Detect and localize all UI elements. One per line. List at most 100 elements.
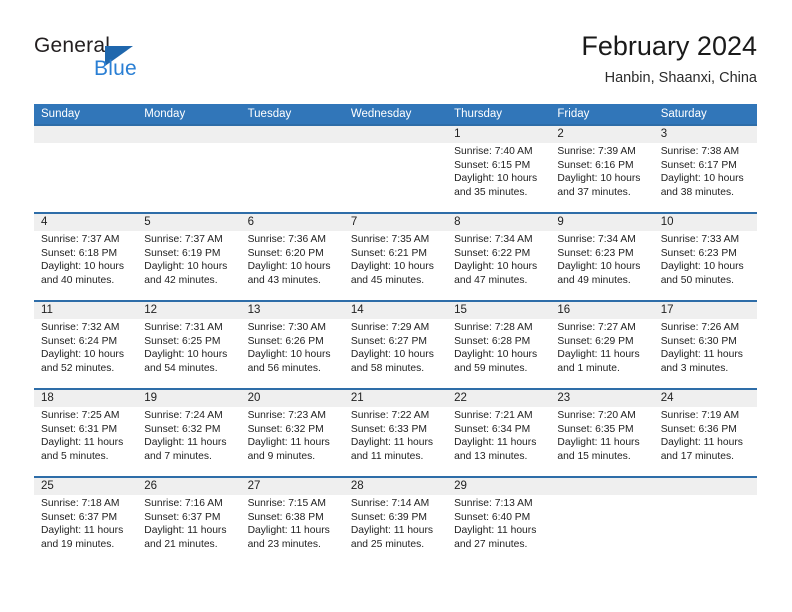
daylight-text-line2: and 13 minutes. — [454, 450, 528, 462]
day-cell[interactable]: 12 Sunrise: 7:31 AM Sunset: 6:25 PM Dayl… — [137, 302, 240, 388]
day-cell[interactable] — [654, 478, 757, 564]
sunrise-text: Sunrise: 7:31 AM — [144, 322, 223, 333]
day-cell[interactable]: 6 Sunrise: 7:36 AM Sunset: 6:20 PM Dayli… — [241, 214, 344, 300]
day-cell[interactable]: 18 Sunrise: 7:25 AM Sunset: 6:31 PM Dayl… — [34, 390, 137, 476]
daylight-text-line1: Daylight: 11 hours — [41, 437, 124, 449]
sunrise-text: Sunrise: 7:34 AM — [454, 234, 533, 245]
daylight-text-line1: Daylight: 10 hours — [557, 173, 641, 185]
sunrise-text: Sunrise: 7:36 AM — [247, 234, 326, 245]
weekday-header-thursday: Thursday — [454, 108, 503, 120]
daylight-text-line2: and 25 minutes. — [350, 538, 425, 550]
day-cell[interactable]: 14 Sunrise: 7:29 AM Sunset: 6:27 PM Dayl… — [344, 302, 447, 388]
day-details: Sunrise: 7:29 AM Sunset: 6:27 PM Dayligh… — [351, 321, 443, 375]
day-cell[interactable]: 20 Sunrise: 7:23 AM Sunset: 6:32 PM Dayl… — [241, 390, 344, 476]
day-cell[interactable] — [344, 126, 447, 212]
daylight-text-line1: Daylight: 11 hours — [247, 437, 330, 449]
day-details: Sunrise: 7:14 AM Sunset: 6:39 PM Dayligh… — [351, 497, 443, 551]
day-cell[interactable] — [550, 478, 653, 564]
day-details: Sunrise: 7:34 AM Sunset: 6:22 PM Dayligh… — [454, 233, 546, 287]
daylight-text-line2: and 49 minutes. — [557, 274, 631, 286]
sunset-text: Sunset: 6:28 PM — [454, 335, 531, 347]
daylight-text-line2: and 45 minutes. — [350, 274, 425, 286]
day-cell[interactable]: 2 Sunrise: 7:39 AM Sunset: 6:16 PM Dayli… — [550, 126, 653, 212]
day-number: 27 — [247, 480, 261, 492]
day-number: 7 — [350, 216, 358, 228]
day-cell[interactable]: 10 Sunrise: 7:33 AM Sunset: 6:23 PM Dayl… — [654, 214, 757, 300]
day-cell[interactable]: 25 Sunrise: 7:18 AM Sunset: 6:37 PM Dayl… — [34, 478, 137, 564]
day-cell[interactable]: 4 Sunrise: 7:37 AM Sunset: 6:18 PM Dayli… — [34, 214, 137, 300]
weekday-header-saturday: Saturday — [660, 108, 707, 120]
brand-name-general: General — [34, 34, 111, 57]
daylight-text-line1: Daylight: 11 hours — [557, 437, 640, 449]
day-details: Sunrise: 7:22 AM Sunset: 6:33 PM Dayligh… — [351, 409, 443, 463]
sunrise-text: Sunrise: 7:33 AM — [660, 234, 740, 245]
day-number: 9 — [557, 216, 564, 228]
day-cell[interactable]: 26 Sunrise: 7:16 AM Sunset: 6:37 PM Dayl… — [137, 478, 240, 564]
sunset-text: Sunset: 6:29 PM — [557, 335, 634, 347]
daylight-text-line1: Daylight: 10 hours — [41, 349, 124, 361]
sunset-text: Sunset: 6:35 PM — [557, 423, 634, 435]
daylight-text-line1: Daylight: 11 hours — [660, 437, 743, 449]
day-cell[interactable]: 27 Sunrise: 7:15 AM Sunset: 6:38 PM Dayl… — [241, 478, 344, 564]
day-cell[interactable]: 5 Sunrise: 7:37 AM Sunset: 6:19 PM Dayli… — [137, 214, 240, 300]
sunset-text: Sunset: 6:21 PM — [350, 247, 427, 259]
daylight-text-line1: Daylight: 11 hours — [144, 437, 227, 449]
daylight-text-line2: and 23 minutes. — [247, 538, 321, 550]
sunrise-text: Sunrise: 7:39 AM — [557, 146, 636, 157]
day-cell[interactable]: 11 Sunrise: 7:32 AM Sunset: 6:24 PM Dayl… — [34, 302, 137, 388]
day-number: 13 — [247, 304, 261, 316]
day-cell[interactable]: 29 Sunrise: 7:13 AM Sunset: 6:40 PM Dayl… — [447, 478, 550, 564]
day-cell[interactable]: 3 Sunrise: 7:38 AM Sunset: 6:17 PM Dayli… — [654, 126, 757, 212]
daylight-text-line1: Daylight: 10 hours — [144, 261, 228, 273]
sunset-text: Sunset: 6:16 PM — [557, 159, 634, 171]
daylight-text-line2: and 43 minutes. — [247, 274, 321, 286]
weekday-header-friday: Friday — [557, 108, 590, 120]
day-cell[interactable] — [34, 126, 137, 212]
day-details: Sunrise: 7:36 AM Sunset: 6:20 PM Dayligh… — [248, 233, 340, 287]
day-number: 5 — [144, 216, 151, 228]
day-cell[interactable]: 17 Sunrise: 7:26 AM Sunset: 6:30 PM Dayl… — [654, 302, 757, 388]
page-header: General Blue February 2024 Hanbin, Shaan… — [34, 30, 757, 98]
brand-logo[interactable]: General Blue — [34, 34, 214, 94]
day-details: Sunrise: 7:26 AM Sunset: 6:30 PM Dayligh… — [661, 321, 753, 375]
day-cell[interactable]: 8 Sunrise: 7:34 AM Sunset: 6:22 PM Dayli… — [447, 214, 550, 300]
daylight-text-line2: and 19 minutes. — [41, 538, 115, 550]
day-number: 21 — [350, 392, 364, 404]
day-details: Sunrise: 7:21 AM Sunset: 6:34 PM Dayligh… — [454, 409, 546, 463]
day-details: Sunrise: 7:33 AM Sunset: 6:23 PM Dayligh… — [661, 233, 753, 287]
day-cell[interactable]: 16 Sunrise: 7:27 AM Sunset: 6:29 PM Dayl… — [550, 302, 653, 388]
day-cell[interactable]: 9 Sunrise: 7:34 AM Sunset: 6:23 PM Dayli… — [550, 214, 653, 300]
daylight-text-line2: and 15 minutes. — [557, 450, 631, 462]
day-cell[interactable] — [137, 126, 240, 212]
day-cell[interactable]: 7 Sunrise: 7:35 AM Sunset: 6:21 PM Dayli… — [344, 214, 447, 300]
day-details: Sunrise: 7:23 AM Sunset: 6:32 PM Dayligh… — [248, 409, 340, 463]
day-cell[interactable]: 22 Sunrise: 7:21 AM Sunset: 6:34 PM Dayl… — [447, 390, 550, 476]
day-details: Sunrise: 7:38 AM Sunset: 6:17 PM Dayligh… — [661, 145, 753, 199]
day-cell[interactable]: 15 Sunrise: 7:28 AM Sunset: 6:28 PM Dayl… — [447, 302, 550, 388]
daylight-text-line2: and 42 minutes. — [144, 274, 218, 286]
sunset-text: Sunset: 6:22 PM — [454, 247, 531, 259]
daylight-text-line2: and 37 minutes. — [557, 186, 631, 198]
day-cell[interactable]: 23 Sunrise: 7:20 AM Sunset: 6:35 PM Dayl… — [550, 390, 653, 476]
daylight-text-line2: and 5 minutes. — [41, 450, 109, 462]
calendar-week-row: 4 Sunrise: 7:37 AM Sunset: 6:18 PM Dayli… — [34, 212, 757, 300]
day-cell[interactable]: 28 Sunrise: 7:14 AM Sunset: 6:39 PM Dayl… — [344, 478, 447, 564]
sunset-text: Sunset: 6:34 PM — [454, 423, 531, 435]
day-number: 25 — [41, 480, 54, 492]
sunset-text: Sunset: 6:30 PM — [660, 335, 737, 347]
daylight-text-line1: Daylight: 11 hours — [144, 525, 227, 537]
sunrise-text: Sunrise: 7:19 AM — [660, 410, 740, 421]
sunrise-text: Sunrise: 7:15 AM — [247, 498, 326, 509]
sunrise-text: Sunrise: 7:21 AM — [454, 410, 533, 421]
day-cell[interactable]: 24 Sunrise: 7:19 AM Sunset: 6:36 PM Dayl… — [654, 390, 757, 476]
day-cell[interactable]: 19 Sunrise: 7:24 AM Sunset: 6:32 PM Dayl… — [137, 390, 240, 476]
daylight-text-line1: Daylight: 10 hours — [660, 173, 744, 185]
day-cell[interactable]: 13 Sunrise: 7:30 AM Sunset: 6:26 PM Dayl… — [241, 302, 344, 388]
day-number: 29 — [454, 480, 467, 492]
day-cell[interactable]: 21 Sunrise: 7:22 AM Sunset: 6:33 PM Dayl… — [344, 390, 447, 476]
day-cell[interactable]: 1 Sunrise: 7:40 AM Sunset: 6:15 PM Dayli… — [447, 126, 550, 212]
day-number: 3 — [660, 128, 668, 140]
sunrise-text: Sunrise: 7:18 AM — [41, 498, 120, 509]
sunset-text: Sunset: 6:18 PM — [41, 247, 118, 259]
day-cell[interactable] — [241, 126, 344, 212]
